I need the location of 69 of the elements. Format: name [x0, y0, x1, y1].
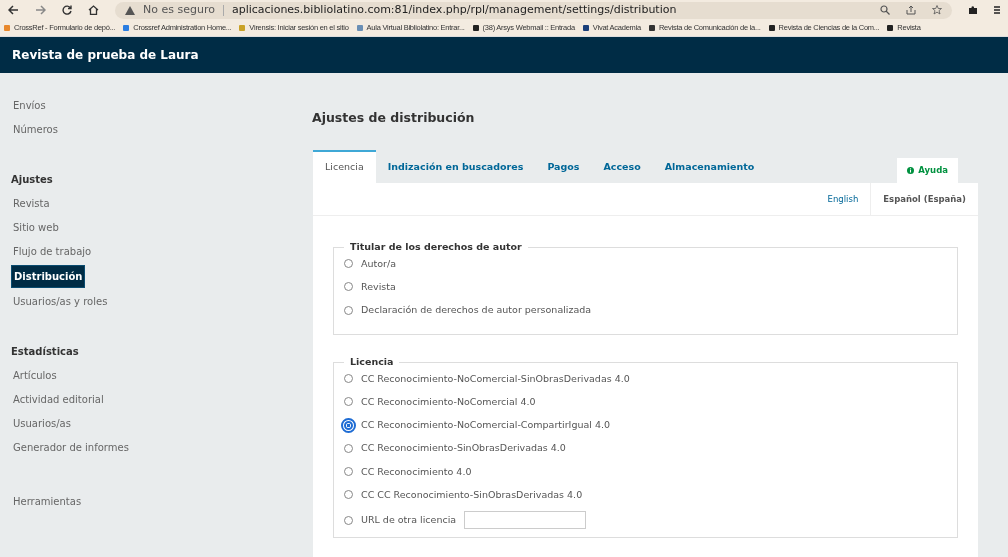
tab[interactable]: Acceso: [591, 150, 653, 183]
favicon-icon: [582, 25, 589, 31]
option-label: Autor/a: [361, 256, 396, 271]
section-heading: Estadísticas: [11, 345, 80, 359]
sidebar-item[interactable]: Sitio web: [11, 217, 61, 238]
radio-button[interactable]: [344, 515, 353, 525]
favicon-icon: [123, 25, 130, 31]
sidebar-item[interactable]: Usuarios/as y roles: [11, 291, 110, 312]
radio-button[interactable]: [344, 374, 353, 384]
home-icon[interactable]: [88, 5, 99, 15]
radio-button[interactable]: [344, 397, 353, 407]
radio-button[interactable]: [344, 443, 353, 453]
tab[interactable]: Licencia: [313, 150, 376, 183]
sidebar-item[interactable]: Generador de informes: [11, 437, 131, 458]
forward-icon[interactable]: [35, 5, 46, 15]
radio-button[interactable]: [344, 420, 353, 430]
option-label: CC Reconocimiento 4.0: [361, 464, 472, 479]
journal-title: Revista de prueba de Laura: [12, 47, 199, 64]
fieldset-legend: Licencia: [344, 355, 400, 370]
favicon-icon: [648, 25, 655, 31]
menu-icon[interactable]: [994, 5, 1000, 15]
page-title: Ajustes de distribución: [312, 109, 476, 127]
option-label: CC Reconocimiento-SinObrasDerivadas 4.0: [361, 441, 566, 456]
language-link[interactable]: Español (España): [870, 182, 978, 216]
favicon-icon: [472, 25, 479, 31]
help-button[interactable]: Ayuda: [897, 157, 958, 183]
tab[interactable]: Almacenamiento: [652, 150, 767, 183]
address-bar[interactable]: No es seguro aplicaciones.bibliolatino.com:81/index.php/rpl/management/settings/distribution: [115, 1, 952, 19]
fieldset-legend: Titular de los derechos de autor: [344, 240, 528, 255]
star-icon[interactable]: [932, 5, 942, 15]
option-label: CC Reconocimiento-NoComercial 4.0: [361, 394, 536, 409]
back-icon[interactable]: [8, 5, 19, 15]
zoom-icon[interactable]: [880, 5, 890, 15]
sidebar-item[interactable]: Distribución: [11, 265, 86, 288]
language-link[interactable]: English: [815, 182, 871, 216]
reload-icon[interactable]: [62, 5, 72, 15]
sidebar-item[interactable]: Revista: [11, 193, 52, 214]
radio-button[interactable]: [344, 467, 353, 477]
security-label: No es seguro: [143, 1, 215, 18]
option-label: CC Reconocimiento-NoComercial-CompartirIgual 4.0: [361, 418, 611, 432]
url-text: aplicaciones.bibliolatino.com:81/index.php/rpl/management/settings/distribution: [231, 1, 677, 18]
sidebar-item[interactable]: Herramientas: [11, 491, 84, 512]
radio-button[interactable]: [344, 282, 353, 292]
sidebar-item[interactable]: Flujo de trabajo: [11, 241, 94, 262]
option-label: URL de otra licencia: [361, 512, 457, 527]
sidebar-item[interactable]: Envíos: [11, 95, 48, 116]
tab[interactable]: Indización en buscadores: [375, 150, 536, 183]
tab[interactable]: Pagos: [535, 150, 592, 183]
favicon-icon: [887, 25, 894, 31]
option-label: CC CC Reconocimiento-SinObrasDerivadas 4.0: [361, 487, 583, 502]
share-icon[interactable]: [906, 5, 916, 15]
radio-button[interactable]: [344, 490, 353, 500]
info-icon: [907, 166, 915, 174]
favicon-icon: [4, 25, 10, 31]
section-heading: Ajustes: [11, 173, 54, 187]
favicon-icon: [768, 25, 775, 31]
option-label: CC Reconocimiento-NoComercial-SinObrasDerivadas 4.0: [361, 371, 630, 386]
url-field[interactable]: [464, 511, 587, 529]
favicon-icon: [356, 25, 363, 31]
sidebar-item[interactable]: Artículos: [11, 365, 59, 386]
option-label: Revista: [361, 279, 396, 294]
sidebar-item[interactable]: Actividad editorial: [11, 389, 106, 410]
favicon-icon: [239, 25, 246, 31]
warning-icon: [125, 5, 135, 15]
radio-button[interactable]: [344, 259, 353, 269]
option-label: Declaración de derechos de autor personalizada: [361, 303, 592, 317]
radio-button[interactable]: [344, 305, 353, 315]
sidebar-item[interactable]: Usuarios/as: [11, 413, 73, 434]
sidebar-item[interactable]: Números: [11, 119, 60, 140]
